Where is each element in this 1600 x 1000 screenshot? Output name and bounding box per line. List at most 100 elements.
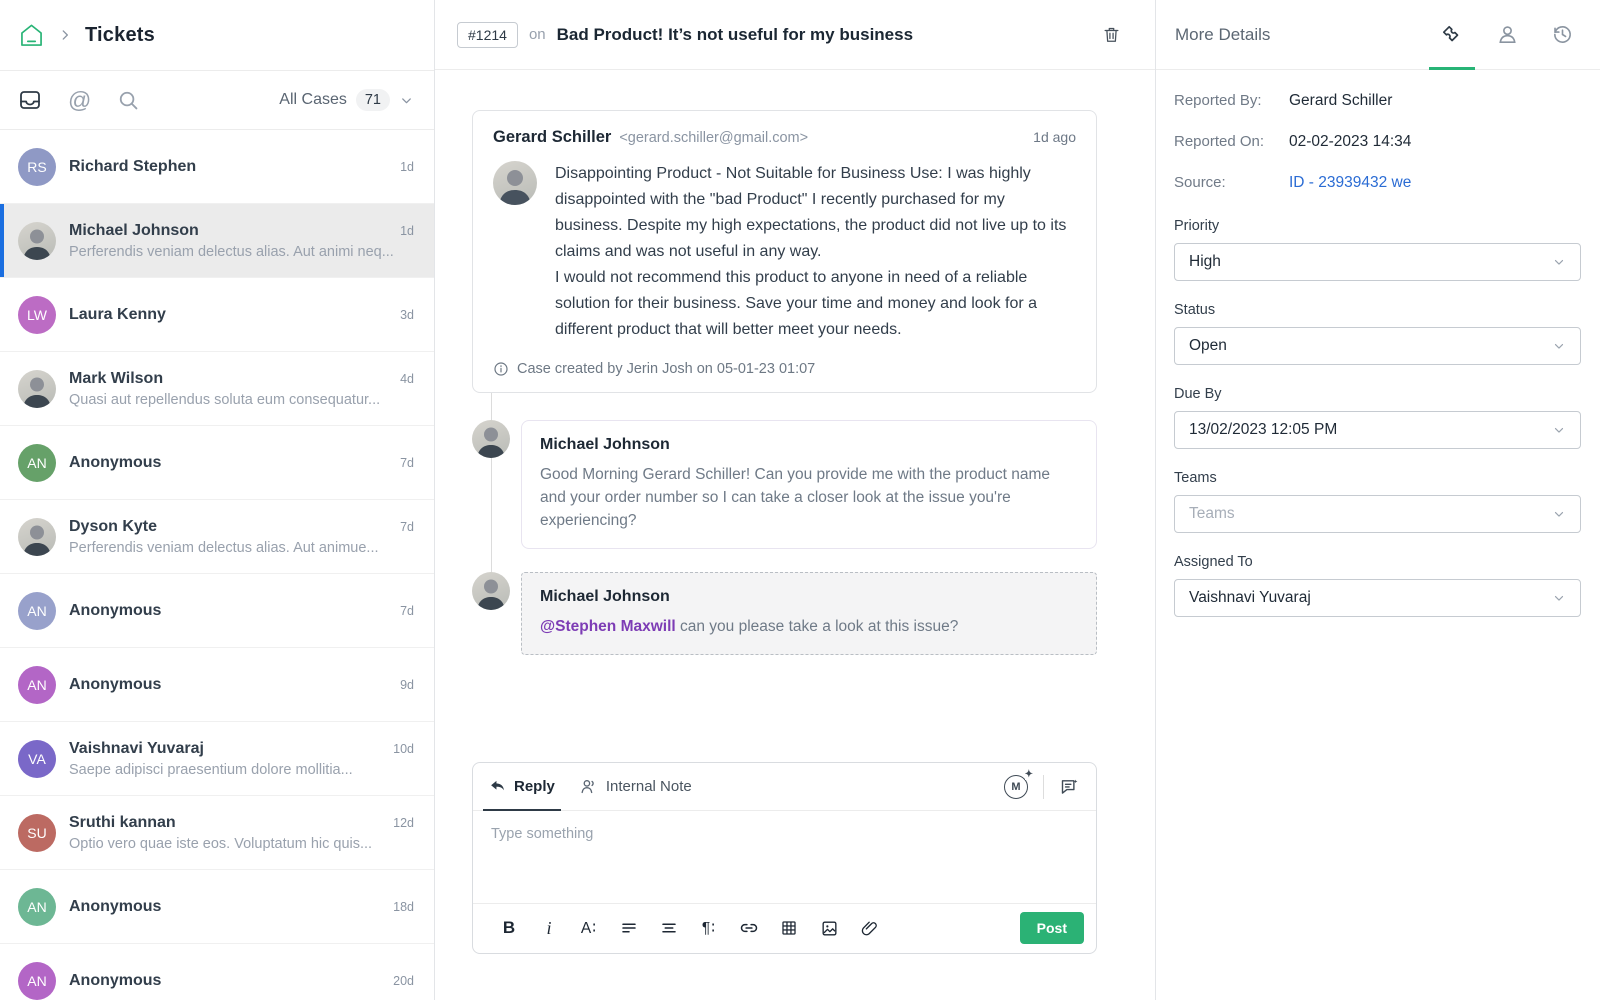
home-icon[interactable] [18, 22, 45, 49]
tab-history[interactable] [1551, 0, 1574, 69]
list-item[interactable]: Michael Johnson1dPerferendis veniam dele… [0, 204, 434, 278]
align-left-icon[interactable] [609, 916, 649, 940]
avatar: LW [18, 296, 56, 334]
chevron-down-icon [1552, 591, 1566, 605]
ticket-age: 9d [400, 678, 414, 692]
reply-author: Michael Johnson [540, 436, 1078, 454]
ticket-age: 1d [400, 160, 414, 174]
align-center-icon[interactable] [649, 916, 689, 940]
ticket-contact-name: Anonymous [69, 454, 392, 472]
status-dropdown[interactable]: Open [1174, 327, 1581, 365]
page-title: Tickets [85, 24, 155, 47]
reply-input[interactable]: Type something [473, 811, 1096, 903]
due-by-dropdown[interactable]: 13/02/2023 12:05 PM [1174, 411, 1581, 449]
link-icon[interactable] [729, 916, 769, 940]
breadcrumb: Tickets [0, 0, 434, 70]
bold-icon[interactable]: B [489, 916, 529, 940]
divider [1043, 775, 1044, 799]
ticket-preview: Quasi aut repellendus soluta eum consequ… [69, 392, 414, 408]
conversation-panel: #1214 on Bad Product! It’s not useful fo… [435, 0, 1156, 1000]
tab-reply[interactable]: Reply [489, 763, 555, 810]
reply-list: Michael Johnson Good Morning Gerard Schi… [472, 420, 1097, 655]
paragraph-style-icon[interactable]: ¶∶ [689, 916, 729, 940]
reply-placeholder: Type something [491, 826, 593, 842]
ticket-contact-name: Laura Kenny [69, 306, 392, 324]
table-icon[interactable] [769, 916, 809, 940]
chevron-down-icon [1552, 255, 1566, 269]
list-item[interactable]: Mark Wilson4dQuasi aut repellendus solut… [0, 352, 434, 426]
canned-response-icon[interactable] [1059, 776, 1080, 797]
details-header: More Details [1156, 0, 1600, 70]
message-body: Disappointing Product - Not Suitable for… [555, 161, 1076, 343]
image-icon[interactable] [809, 916, 849, 940]
list-item[interactable]: ANAnonymous7d [0, 574, 434, 648]
list-item[interactable]: ANAnonymous7d [0, 426, 434, 500]
tab-internal-note[interactable]: Internal Note [579, 763, 692, 810]
ticket-contact-name: Anonymous [69, 676, 392, 694]
list-item[interactable]: AN Anonymous 20d [0, 944, 434, 1000]
search-icon[interactable] [117, 89, 140, 112]
message-thread: Gerard Schiller <gerard.schiller@gmail.c… [435, 70, 1155, 762]
message-timestamp: 1d ago [1033, 129, 1076, 145]
info-row-source: Source: ID - 23939432 we [1174, 174, 1581, 192]
reply-arrow-icon [489, 778, 506, 795]
list-item[interactable]: Dyson Kyte7dPerferendis veniam delectus … [0, 500, 434, 574]
person-icon [1496, 23, 1519, 46]
mentions-icon[interactable]: @ [68, 89, 91, 112]
field-assigned-to: Assigned To Vaishnavi Yuvaraj [1174, 554, 1581, 617]
list-item[interactable]: SUSruthi kannan12dOptio vero quae iste e… [0, 796, 434, 870]
assigned-to-dropdown[interactable]: Vaishnavi Yuvaraj [1174, 579, 1581, 617]
case-filter-dropdown[interactable]: All Cases 71 [279, 89, 414, 111]
list-item[interactable]: RSRichard Stephen1d [0, 130, 434, 204]
chevron-down-icon [1552, 423, 1566, 437]
ticket-age: 20d [393, 974, 414, 988]
list-item[interactable]: AN Anonymous 9d [0, 648, 434, 722]
list-item[interactable]: VAVaishnavi Yuvaraj10dSaepe adipisci pra… [0, 722, 434, 796]
inbox-icon[interactable] [18, 88, 42, 112]
ticket-age: 18d [393, 900, 414, 914]
ticket-contact-name: Dyson Kyte [69, 518, 392, 536]
info-row-reported-by: Reported By: Gerard Schiller [1174, 92, 1581, 110]
ai-assist-icon[interactable]: M✦ [1004, 775, 1028, 799]
ticket-age: 7d [400, 604, 414, 618]
source-link[interactable]: ID - 23939432 we [1289, 174, 1411, 192]
list-item[interactable]: ANAnonymous18d [0, 870, 434, 944]
history-clock-icon [1551, 23, 1574, 46]
ticket-contact-name: Mark Wilson [69, 370, 392, 388]
ticket-id-badge: #1214 [457, 22, 518, 48]
sidebar-toolbar: @ All Cases 71 [0, 70, 434, 130]
post-button[interactable]: Post [1020, 912, 1084, 944]
font-size-icon[interactable]: A∶ [569, 916, 609, 940]
avatar [18, 370, 56, 408]
list-item[interactable]: LW Laura Kenny 3d [0, 278, 434, 352]
italic-icon[interactable]: i [529, 916, 569, 940]
ticket-age: 3d [400, 308, 414, 322]
attachment-icon[interactable] [849, 916, 889, 940]
case-count-badge: 71 [356, 89, 390, 111]
ticket-contact-name: Anonymous [69, 898, 385, 916]
case-created-note: Case created by Jerin Josh on 05-01-23 0… [493, 361, 1076, 377]
tab-ticket-details[interactable] [1440, 0, 1464, 69]
user-mention[interactable]: @Stephen Maxwill [540, 618, 676, 635]
teams-dropdown[interactable]: Teams [1174, 495, 1581, 533]
ticket-contact-name: Michael Johnson [69, 222, 392, 240]
avatar: VA [18, 740, 56, 778]
avatar: AN [18, 962, 56, 1000]
ticket-age: 12d [393, 816, 414, 830]
avatar: AN [18, 666, 56, 704]
ticket-age: 7d [400, 520, 414, 534]
field-due-by: Due By 13/02/2023 12:05 PM [1174, 386, 1581, 449]
ticket-list-sidebar: Tickets @ All Cases 71 RSRichard Stephen… [0, 0, 435, 1000]
chevron-down-icon [1552, 507, 1566, 521]
people-icon [579, 777, 598, 796]
avatar: RS [18, 148, 56, 186]
delete-ticket-button[interactable] [1102, 24, 1121, 45]
ticket-contact-name: Anonymous [69, 972, 385, 990]
reply-body: Good Morning Gerard Schiller! Can you pr… [540, 463, 1078, 532]
reply-author: Michael Johnson [540, 588, 1078, 606]
priority-dropdown[interactable]: High [1174, 243, 1581, 281]
chevron-down-icon [399, 93, 414, 108]
chevron-down-icon [1552, 339, 1566, 353]
tab-contact-details[interactable] [1496, 0, 1519, 69]
filter-label: All Cases [279, 91, 347, 109]
